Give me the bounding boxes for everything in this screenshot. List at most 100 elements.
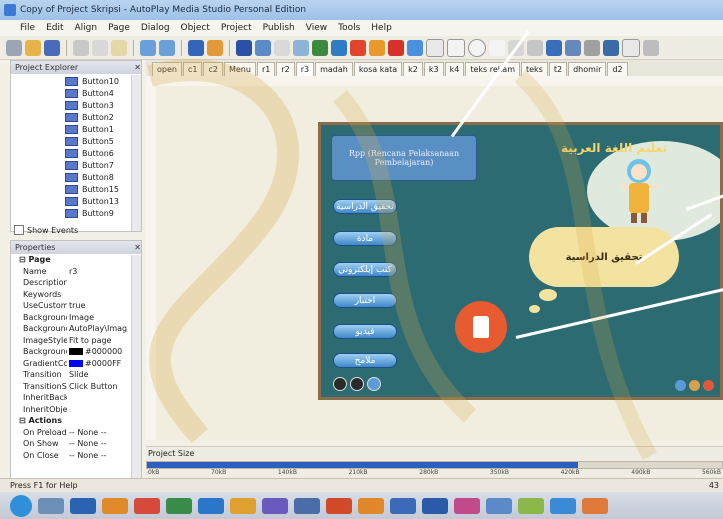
property-row[interactable]: Transition Slide bbox=[11, 369, 141, 381]
menu-tools[interactable]: Tools bbox=[338, 23, 360, 33]
tab-r3[interactable]: r3 bbox=[295, 62, 315, 76]
property-row[interactable]: UseCustomSetttrue bbox=[11, 300, 141, 312]
input-object-icon[interactable] bbox=[426, 38, 444, 57]
property-value[interactable]: Fit to page bbox=[67, 336, 141, 345]
menu-page[interactable]: Page bbox=[108, 23, 130, 33]
save-icon[interactable] bbox=[44, 39, 60, 56]
browser-object-icon[interactable] bbox=[407, 39, 423, 56]
plugin-object-icon[interactable] bbox=[603, 39, 619, 56]
property-row[interactable]: BackgroundCol #000000 bbox=[11, 346, 141, 358]
taskbar-app-icon[interactable] bbox=[70, 497, 96, 514]
show-events-checkbox[interactable] bbox=[14, 225, 24, 235]
properties-scrollbar[interactable] bbox=[131, 255, 141, 481]
tree-item[interactable]: Button15 bbox=[11, 183, 135, 195]
tab-c1[interactable]: c1 bbox=[182, 62, 203, 76]
property-value[interactable]: -- None -- bbox=[67, 428, 141, 437]
property-row[interactable]: On Show -- None -- bbox=[11, 438, 141, 450]
property-row[interactable]: Name r3 bbox=[11, 266, 141, 278]
property-value[interactable]: true bbox=[67, 301, 141, 310]
menu-edit[interactable]: Edit bbox=[46, 23, 63, 33]
tree-item[interactable]: Button7 bbox=[11, 159, 135, 171]
property-value[interactable]: -- None -- bbox=[67, 439, 141, 448]
tree-item[interactable]: Button6 bbox=[11, 147, 135, 159]
taskbar-app-icon[interactable] bbox=[582, 497, 608, 514]
tree-item[interactable]: Button4 bbox=[11, 87, 135, 99]
tab-k4[interactable]: k4 bbox=[444, 62, 465, 76]
property-row[interactable]: BackgroundImaAutoPlay\Imag bbox=[11, 323, 141, 335]
label-object-icon[interactable] bbox=[255, 39, 271, 56]
image-object-icon[interactable] bbox=[293, 39, 309, 56]
redo-icon[interactable] bbox=[159, 39, 175, 56]
line-tool-icon[interactable] bbox=[643, 39, 659, 56]
button-object-icon[interactable] bbox=[236, 39, 252, 56]
tab-t2[interactable]: t2 bbox=[548, 62, 568, 76]
forward-icon[interactable] bbox=[350, 377, 364, 391]
property-value[interactable]: #0000FF bbox=[67, 359, 141, 368]
tab-r2[interactable]: r2 bbox=[276, 62, 295, 76]
tab-teks-rekam[interactable]: teks rekam bbox=[465, 62, 520, 76]
tree-item[interactable]: Button10 bbox=[11, 75, 135, 87]
preview-icon[interactable] bbox=[207, 39, 223, 56]
nav-button-profile[interactable]: ملامح bbox=[333, 353, 397, 368]
taskbar-app-icon[interactable] bbox=[422, 497, 448, 514]
taskbar-app-icon[interactable] bbox=[294, 497, 320, 514]
cut-icon[interactable] bbox=[73, 39, 89, 56]
property-category[interactable]: ⊟ Actions bbox=[11, 415, 141, 427]
property-row[interactable]: ImageStyle Fit to page bbox=[11, 335, 141, 347]
tree-item[interactable]: Button5 bbox=[11, 135, 135, 147]
taskbar-app-icon[interactable] bbox=[134, 497, 160, 514]
nav-button-study[interactable]: تحقيق الدراسية bbox=[333, 199, 397, 214]
taskbar-app-icon[interactable] bbox=[198, 497, 224, 514]
progress-object-icon[interactable] bbox=[489, 39, 505, 56]
menu-help[interactable]: Help bbox=[371, 23, 392, 33]
tree-item[interactable]: Button8 bbox=[11, 171, 135, 183]
exit-icon[interactable] bbox=[703, 380, 714, 391]
show-events-row[interactable]: Show Events bbox=[14, 224, 140, 236]
tab-r1[interactable]: r1 bbox=[256, 62, 276, 76]
tree-item[interactable]: Button2 bbox=[11, 111, 135, 123]
tab-menu[interactable]: Menu bbox=[223, 62, 256, 76]
menu-align[interactable]: Align bbox=[75, 23, 98, 33]
property-value[interactable]: Click Button bbox=[67, 382, 141, 391]
taskbar-app-icon[interactable] bbox=[454, 497, 480, 514]
property-row[interactable]: Keywords bbox=[11, 289, 141, 301]
paste-icon[interactable] bbox=[111, 39, 127, 56]
checkbox-object-icon[interactable] bbox=[447, 38, 465, 57]
property-value[interactable]: Image bbox=[67, 313, 141, 322]
property-value[interactable]: AutoPlay\Imag bbox=[67, 324, 141, 333]
property-row[interactable]: BackgroundStylImage bbox=[11, 312, 141, 324]
home-icon[interactable] bbox=[675, 380, 686, 391]
tree-item[interactable]: Button1 bbox=[11, 123, 135, 135]
tab-d2[interactable]: d2 bbox=[607, 62, 628, 76]
property-row[interactable]: InheritBackgrou bbox=[11, 392, 141, 404]
property-value[interactable]: -- None -- bbox=[67, 451, 141, 460]
rpp-header-box[interactable]: Rpp (Rencana Pelaksanaan Pembelajaran) bbox=[331, 135, 477, 181]
start-button-icon[interactable] bbox=[10, 494, 32, 517]
tab-dhomir[interactable]: dhomir bbox=[568, 62, 607, 76]
property-row[interactable]: On Preload -- None -- bbox=[11, 427, 141, 439]
radio-object-icon[interactable] bbox=[468, 38, 486, 57]
copy-icon[interactable] bbox=[92, 39, 108, 56]
property-value[interactable]: #000000 bbox=[67, 347, 141, 356]
tab-kosa-kata[interactable]: kosa kata bbox=[353, 62, 403, 76]
pointer-tool-icon[interactable] bbox=[6, 39, 22, 56]
explorer-scrollbar[interactable] bbox=[131, 75, 141, 231]
property-row[interactable]: InheritObjects bbox=[11, 404, 141, 416]
back-icon[interactable] bbox=[333, 377, 347, 391]
taskbar-app-icon[interactable] bbox=[166, 497, 192, 514]
taskbar-app-icon[interactable] bbox=[38, 497, 64, 514]
property-row[interactable]: GradientColor #0000FF bbox=[11, 358, 141, 370]
close-icon[interactable]: ✕ bbox=[134, 243, 141, 252]
pdf-object-icon[interactable] bbox=[388, 39, 404, 56]
taskbar-app-icon[interactable] bbox=[326, 497, 352, 514]
web-object-icon[interactable] bbox=[331, 39, 347, 56]
slider-object-icon[interactable] bbox=[584, 39, 600, 56]
property-row[interactable]: TransitionSettinClick Button bbox=[11, 381, 141, 393]
property-row[interactable]: On Close -- None -- bbox=[11, 450, 141, 462]
taskbar-app-icon[interactable] bbox=[550, 497, 576, 514]
tab-k3[interactable]: k3 bbox=[423, 62, 444, 76]
tab-c2[interactable]: c2 bbox=[203, 62, 223, 76]
menu-publish[interactable]: Publish bbox=[263, 23, 295, 33]
menu-project[interactable]: Project bbox=[221, 23, 252, 33]
property-row[interactable]: Description bbox=[11, 277, 141, 289]
